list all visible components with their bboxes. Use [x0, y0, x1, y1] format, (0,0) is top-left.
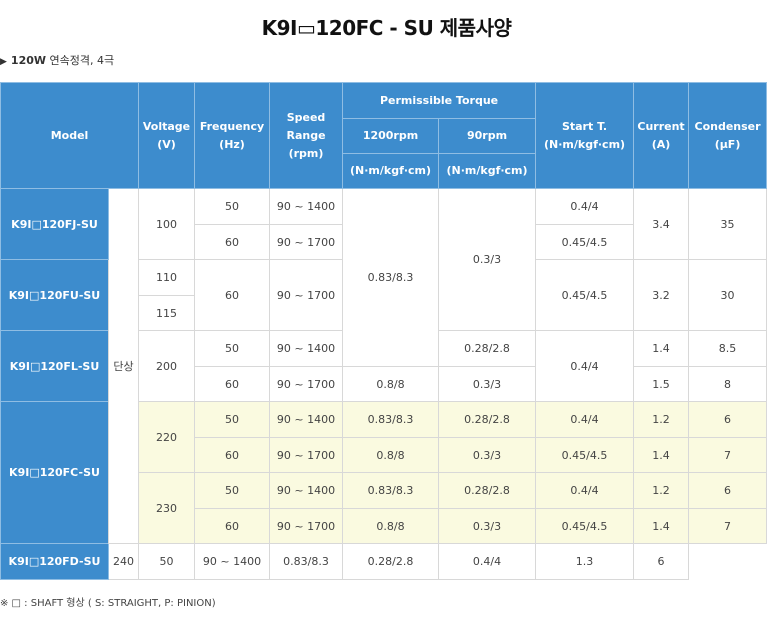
start-torque-cell: 0.45/4.5 [535, 437, 635, 473]
header-voltage: Voltage (V) [138, 82, 196, 189]
frequency-cell: 50 [194, 330, 271, 367]
current-cell: 1.2 [633, 472, 690, 509]
torque-1200-cell: 0.8/8 [342, 508, 440, 544]
voltage-cell: 200 [138, 330, 196, 402]
power-rating: 120W [10, 54, 47, 67]
torque-1200-cell: 0.8/8 [342, 366, 440, 402]
footnote: ※ □ : SHAFT 형상 ( S: STRAIGHT, P: PINION) [0, 598, 216, 609]
current-cell: 3.4 [633, 188, 690, 260]
start-torque-cell: 0.4/4 [535, 401, 635, 438]
frequency-cell: 50 [194, 472, 271, 509]
torque-90-cell: 0.3/3 [438, 437, 537, 473]
table-row: K9I□120FJ-SU 단상 100 50 90 ~ 1400 0.83/8.… [0, 188, 768, 544]
voltage-cell: 230 [138, 472, 196, 544]
frequency-cell: 60 [194, 437, 271, 473]
header-speed-range: Speed Range (rpm) [269, 82, 344, 189]
header-condenser: Condenser (μF) [688, 82, 768, 189]
frequency-cell: 60 [194, 508, 271, 544]
speed-cell: 90 ~ 1700 [269, 508, 344, 544]
play-arrow-icon: ▶ [0, 57, 7, 67]
frequency-cell: 50 [138, 543, 196, 580]
header-model: Model [0, 82, 140, 189]
frequency-cell: 50 [194, 401, 271, 438]
start-torque-cell: 0.4/4 [535, 472, 635, 509]
header-torque-unit-90: (N·m/kgf·cm) [438, 153, 537, 189]
condenser-cell: 6 [633, 543, 690, 580]
subtitle: ▶ 120W 연속정격, 4극 [0, 52, 114, 68]
current-cell: 1.5 [633, 366, 690, 402]
speed-cell: 90 ~ 1400 [269, 472, 344, 509]
voltage-cell: 110 [138, 259, 196, 296]
speed-cell: 90 ~ 1400 [194, 543, 271, 580]
start-torque-cell: 0.45/4.5 [535, 224, 635, 260]
torque-90-cell: 0.28/2.8 [438, 472, 537, 509]
start-torque-cell: 0.4/4 [535, 188, 635, 225]
condenser-cell: 35 [688, 188, 768, 260]
current-cell: 1.4 [633, 330, 690, 367]
frequency-cell: 60 [194, 259, 271, 331]
condenser-cell: 7 [688, 437, 768, 473]
condenser-cell: 6 [688, 401, 768, 438]
condenser-cell: 7 [688, 508, 768, 544]
speed-cell: 90 ~ 1400 [269, 188, 344, 225]
start-torque-cell: 0.4/4 [438, 543, 537, 580]
speed-cell: 90 ~ 1700 [269, 224, 344, 260]
current-cell: 3.2 [633, 259, 690, 331]
header-90rpm: 90rpm [438, 118, 537, 154]
condenser-cell: 8.5 [688, 330, 768, 367]
header-torque-unit-1200: (N·m/kgf·cm) [342, 153, 440, 189]
condenser-cell: 8 [688, 366, 768, 402]
speed-cell: 90 ~ 1400 [269, 401, 344, 438]
torque-1200-cell: 0.8/8 [342, 437, 440, 473]
rating-description: 연속정격, 4극 [49, 54, 115, 67]
condenser-cell: 6 [688, 472, 768, 509]
voltage-cell: 220 [138, 401, 196, 473]
phase-label: 단상 [107, 188, 140, 544]
speed-cell: 90 ~ 1400 [269, 330, 344, 367]
header-start-torque: Start T. (N·m/kgf·cm) [535, 82, 635, 189]
speed-cell: 90 ~ 1700 [269, 259, 344, 331]
header-frequency: Frequency (Hz) [194, 82, 271, 189]
start-torque-cell: 0.4/4 [535, 330, 635, 402]
torque-1200-cell: 0.83/8.3 [342, 401, 440, 438]
torque-90-cell: 0.3/3 [438, 508, 537, 544]
torque-1200-cell: 0.83/8.3 [269, 543, 344, 580]
speed-cell: 90 ~ 1700 [269, 366, 344, 402]
model-fj: K9I□120FJ-SU [0, 188, 109, 260]
condenser-cell: 30 [688, 259, 768, 331]
frequency-cell: 50 [194, 188, 271, 225]
page-title: K9I▭120FC - SU 제품사양 [261, 16, 512, 40]
model-fl: K9I□120FL-SU [0, 330, 109, 402]
torque-1200-cell: 0.83/8.3 [342, 188, 440, 367]
frequency-cell: 60 [194, 366, 271, 402]
torque-90-cell: 0.3/3 [438, 366, 537, 402]
header-1200rpm: 1200rpm [342, 118, 440, 154]
current-cell: 1.4 [633, 508, 690, 544]
model-fc: K9I□120FC-SU [0, 401, 109, 544]
spec-table: Model Voltage (V) Frequency (Hz) Speed Rang… [0, 82, 768, 580]
table-row: K9I□120FD-SU 240 50 90 ~ 1400 0.83/8.3 0… [0, 543, 767, 580]
current-cell: 1.4 [633, 437, 690, 473]
current-cell: 1.2 [633, 401, 690, 438]
header-permissible-torque: Permissible Torque [342, 82, 537, 119]
model-fu: K9I□120FU-SU [0, 259, 109, 331]
torque-90-cell: 0.28/2.8 [342, 543, 440, 580]
model-fd: K9I□120FD-SU [0, 543, 109, 580]
voltage-cell: 115 [138, 295, 196, 331]
start-torque-cell: 0.45/4.5 [535, 259, 635, 331]
torque-90-cell: 0.28/2.8 [438, 401, 537, 438]
torque-90-cell: 0.3/3 [438, 188, 537, 331]
torque-90-cell: 0.28/2.8 [438, 330, 537, 367]
voltage-cell: 240 [107, 543, 140, 580]
torque-1200-cell: 0.83/8.3 [342, 472, 440, 509]
current-cell: 1.3 [535, 543, 635, 580]
frequency-cell: 60 [194, 224, 271, 260]
speed-cell: 90 ~ 1700 [269, 437, 344, 473]
voltage-cell: 100 [138, 188, 196, 260]
start-torque-cell: 0.45/4.5 [535, 508, 635, 544]
header-current: Current (A) [633, 82, 690, 189]
